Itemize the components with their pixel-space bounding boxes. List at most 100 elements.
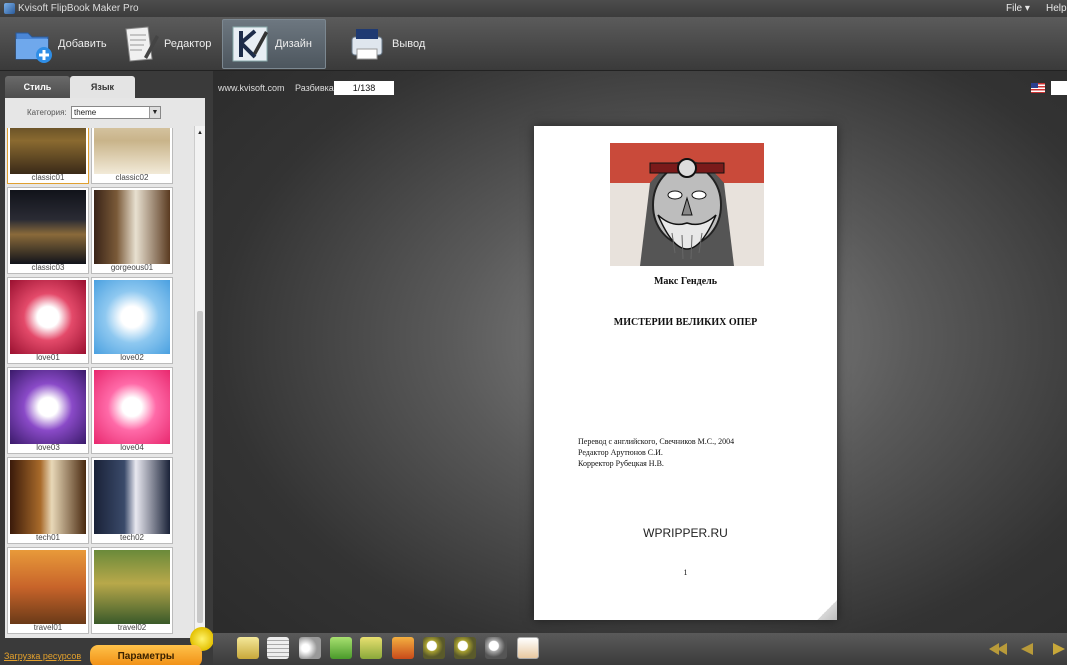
flag-us-icon[interactable] — [1031, 83, 1045, 93]
theme-thumbnail — [10, 370, 86, 444]
menu-file[interactable]: File ▾ — [1006, 3, 1030, 14]
theme-label: travel01 — [33, 623, 63, 632]
theme-thumbnail — [94, 280, 170, 354]
book-title: МИСТЕРИИ ВЕЛИКИХ ОПЕР — [613, 317, 758, 328]
window-title: Kvisoft FlipBook Maker Pro — [18, 3, 139, 14]
credit-line: Редактор Арутюнов С.И. — [578, 448, 663, 457]
scrollbar-thumb[interactable] — [197, 311, 203, 623]
theme-item-classic01[interactable]: classic01 — [7, 128, 89, 184]
chevron-down-icon: ▾ — [1024, 3, 1030, 14]
cover-illustration — [610, 143, 764, 266]
viewer-topbar: www.kvisoft.com Разбивка: 1/138 — [213, 79, 1067, 97]
theme-scrollbar[interactable]: ▲ ▼ — [194, 126, 205, 638]
theme-item-travel01[interactable]: travel01 — [7, 547, 89, 634]
title-bar: Kvisoft FlipBook Maker Pro File ▾ Help — [0, 0, 1067, 17]
theme-label: love01 — [36, 353, 60, 362]
printer-output-icon — [351, 29, 383, 60]
add-button[interactable]: Добавить — [6, 19, 110, 69]
menu-help[interactable]: Help — [1046, 3, 1067, 14]
viewer-toolbar — [213, 633, 1067, 665]
app-window: Kvisoft FlipBook Maker Pro File ▾ Help Д… — [0, 0, 1067, 665]
theme-label: love02 — [120, 353, 144, 362]
zoom-out-icon[interactable] — [454, 637, 476, 659]
theme-item-love02[interactable]: love02 — [91, 277, 173, 364]
add-button-label: Добавить — [58, 38, 107, 50]
theme-thumbnail — [94, 190, 170, 264]
page-list-icon[interactable] — [267, 637, 289, 659]
page-navigation — [989, 643, 1065, 655]
zoom-in-icon[interactable] — [423, 637, 445, 659]
theme-thumbnail — [10, 460, 86, 534]
page-number: 1 — [683, 568, 688, 577]
design-button-label: Дизайн — [275, 38, 312, 50]
scroll-up-icon[interactable]: ▲ — [195, 128, 205, 138]
book-page: Макс Гендель МИСТЕРИИ ВЕЛИКИХ ОПЕР Перев… — [534, 126, 837, 620]
tab-language[interactable]: Язык — [70, 76, 135, 98]
site-link[interactable]: www.kvisoft.com — [218, 83, 285, 93]
credit-line: Перевод с английского, Свечников М.С., 2… — [578, 437, 735, 446]
document-edit-icon — [125, 26, 159, 62]
theme-item-gorgeous01[interactable]: gorgeous01 — [91, 187, 173, 274]
page-input[interactable]: 1/138 — [334, 81, 394, 95]
app-icon — [4, 3, 15, 14]
theme-label: classic01 — [31, 173, 65, 182]
theme-item-tech02[interactable]: tech02 — [91, 457, 173, 544]
photo-icon[interactable] — [392, 637, 414, 659]
main-toolbar: Добавить Редактор Дизайн Вывод — [0, 17, 1067, 71]
theme-thumbnail — [94, 128, 170, 174]
theme-item-love01[interactable]: love01 — [7, 277, 89, 364]
output-button[interactable]: Вывод — [340, 19, 430, 69]
theme-thumbnail — [94, 460, 170, 534]
page-curl[interactable] — [817, 600, 837, 620]
editor-button[interactable]: Редактор — [112, 19, 212, 69]
page-label: Разбивка: — [295, 83, 337, 93]
theme-thumbnail — [10, 128, 86, 174]
theme-label: love04 — [120, 443, 144, 452]
book-credits: Перевод с английского, Свечников М.С., 2… — [578, 436, 734, 469]
language-select[interactable] — [1051, 81, 1067, 95]
theme-label: tech02 — [119, 533, 145, 542]
category-select[interactable]: theme ▼ — [71, 106, 161, 119]
print-icon[interactable] — [360, 637, 382, 659]
prev-page-icon[interactable] — [1021, 643, 1033, 655]
theme-label: classic03 — [31, 263, 65, 272]
book-author: Макс Гендель — [653, 276, 718, 287]
theme-label: classic02 — [115, 173, 149, 182]
preview-stage: www.kvisoft.com Разбивка: 1/138 Макс Ген… — [213, 71, 1067, 665]
theme-item-love03[interactable]: love03 — [7, 367, 89, 454]
theme-grid: classic01 classic02 classic03 gorgeous01… — [7, 128, 177, 638]
theme-thumbnail — [10, 190, 86, 264]
parameters-button[interactable]: Параметры — [90, 645, 202, 665]
book-icon[interactable] — [237, 637, 259, 659]
share-icon[interactable] — [330, 637, 352, 659]
theme-panel: Категория: theme ▼ classic01 classic02 cl… — [5, 98, 205, 638]
output-button-label: Вывод — [392, 38, 426, 50]
design-button[interactable]: Дизайн — [222, 19, 326, 69]
folder-add-icon — [15, 32, 52, 63]
theme-label: travel02 — [117, 623, 147, 632]
load-resources-link[interactable]: Загрузка ресурсов — [4, 651, 81, 661]
search-icon[interactable] — [485, 637, 507, 659]
first-page-icon[interactable] — [989, 643, 1007, 655]
theme-item-classic03[interactable]: classic03 — [7, 187, 89, 274]
theme-item-classic02[interactable]: classic02 — [91, 128, 173, 184]
theme-thumbnail — [94, 370, 170, 444]
watermark: WPRIPPER.RU — [643, 526, 728, 540]
theme-label: gorgeous01 — [110, 263, 154, 272]
design-brush-icon — [232, 26, 268, 62]
next-page-icon[interactable] — [1053, 643, 1065, 655]
theme-thumbnail — [10, 280, 86, 354]
theme-thumbnail — [94, 550, 170, 624]
credit-line: Корректор Рубецкая Н.В. — [578, 459, 664, 468]
chevron-down-icon: ▼ — [149, 107, 160, 118]
design-panel: Стиль Язык Категория: theme ▼ classic01 c… — [0, 71, 214, 665]
sound-icon[interactable] — [299, 637, 321, 659]
theme-item-love04[interactable]: love04 — [91, 367, 173, 454]
theme-item-tech01[interactable]: tech01 — [7, 457, 89, 544]
theme-thumbnail — [10, 550, 86, 624]
theme-item-travel02[interactable]: travel02 — [91, 547, 173, 634]
category-label: Категория: — [27, 108, 67, 117]
tab-style[interactable]: Стиль — [5, 76, 70, 98]
theme-label: tech01 — [35, 533, 61, 542]
fullscreen-icon[interactable] — [517, 637, 539, 659]
